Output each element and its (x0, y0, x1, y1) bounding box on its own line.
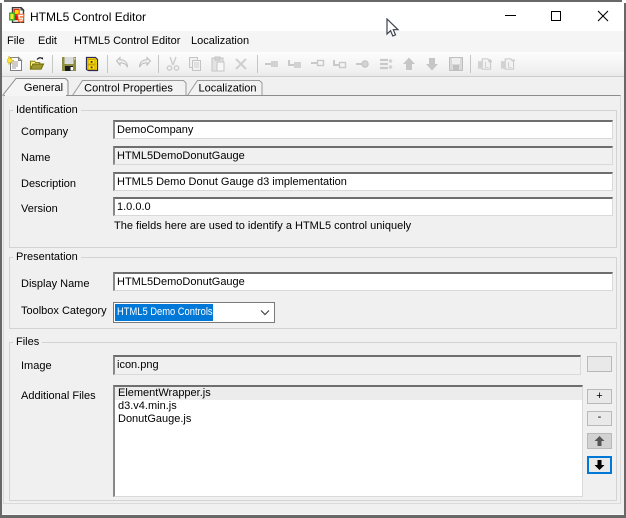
svg-text:Localization: Localization (198, 83, 256, 95)
svg-text:L: L (508, 60, 513, 70)
svg-text:Control Properties: Control Properties (84, 83, 173, 95)
svg-text:General: General (24, 82, 63, 94)
